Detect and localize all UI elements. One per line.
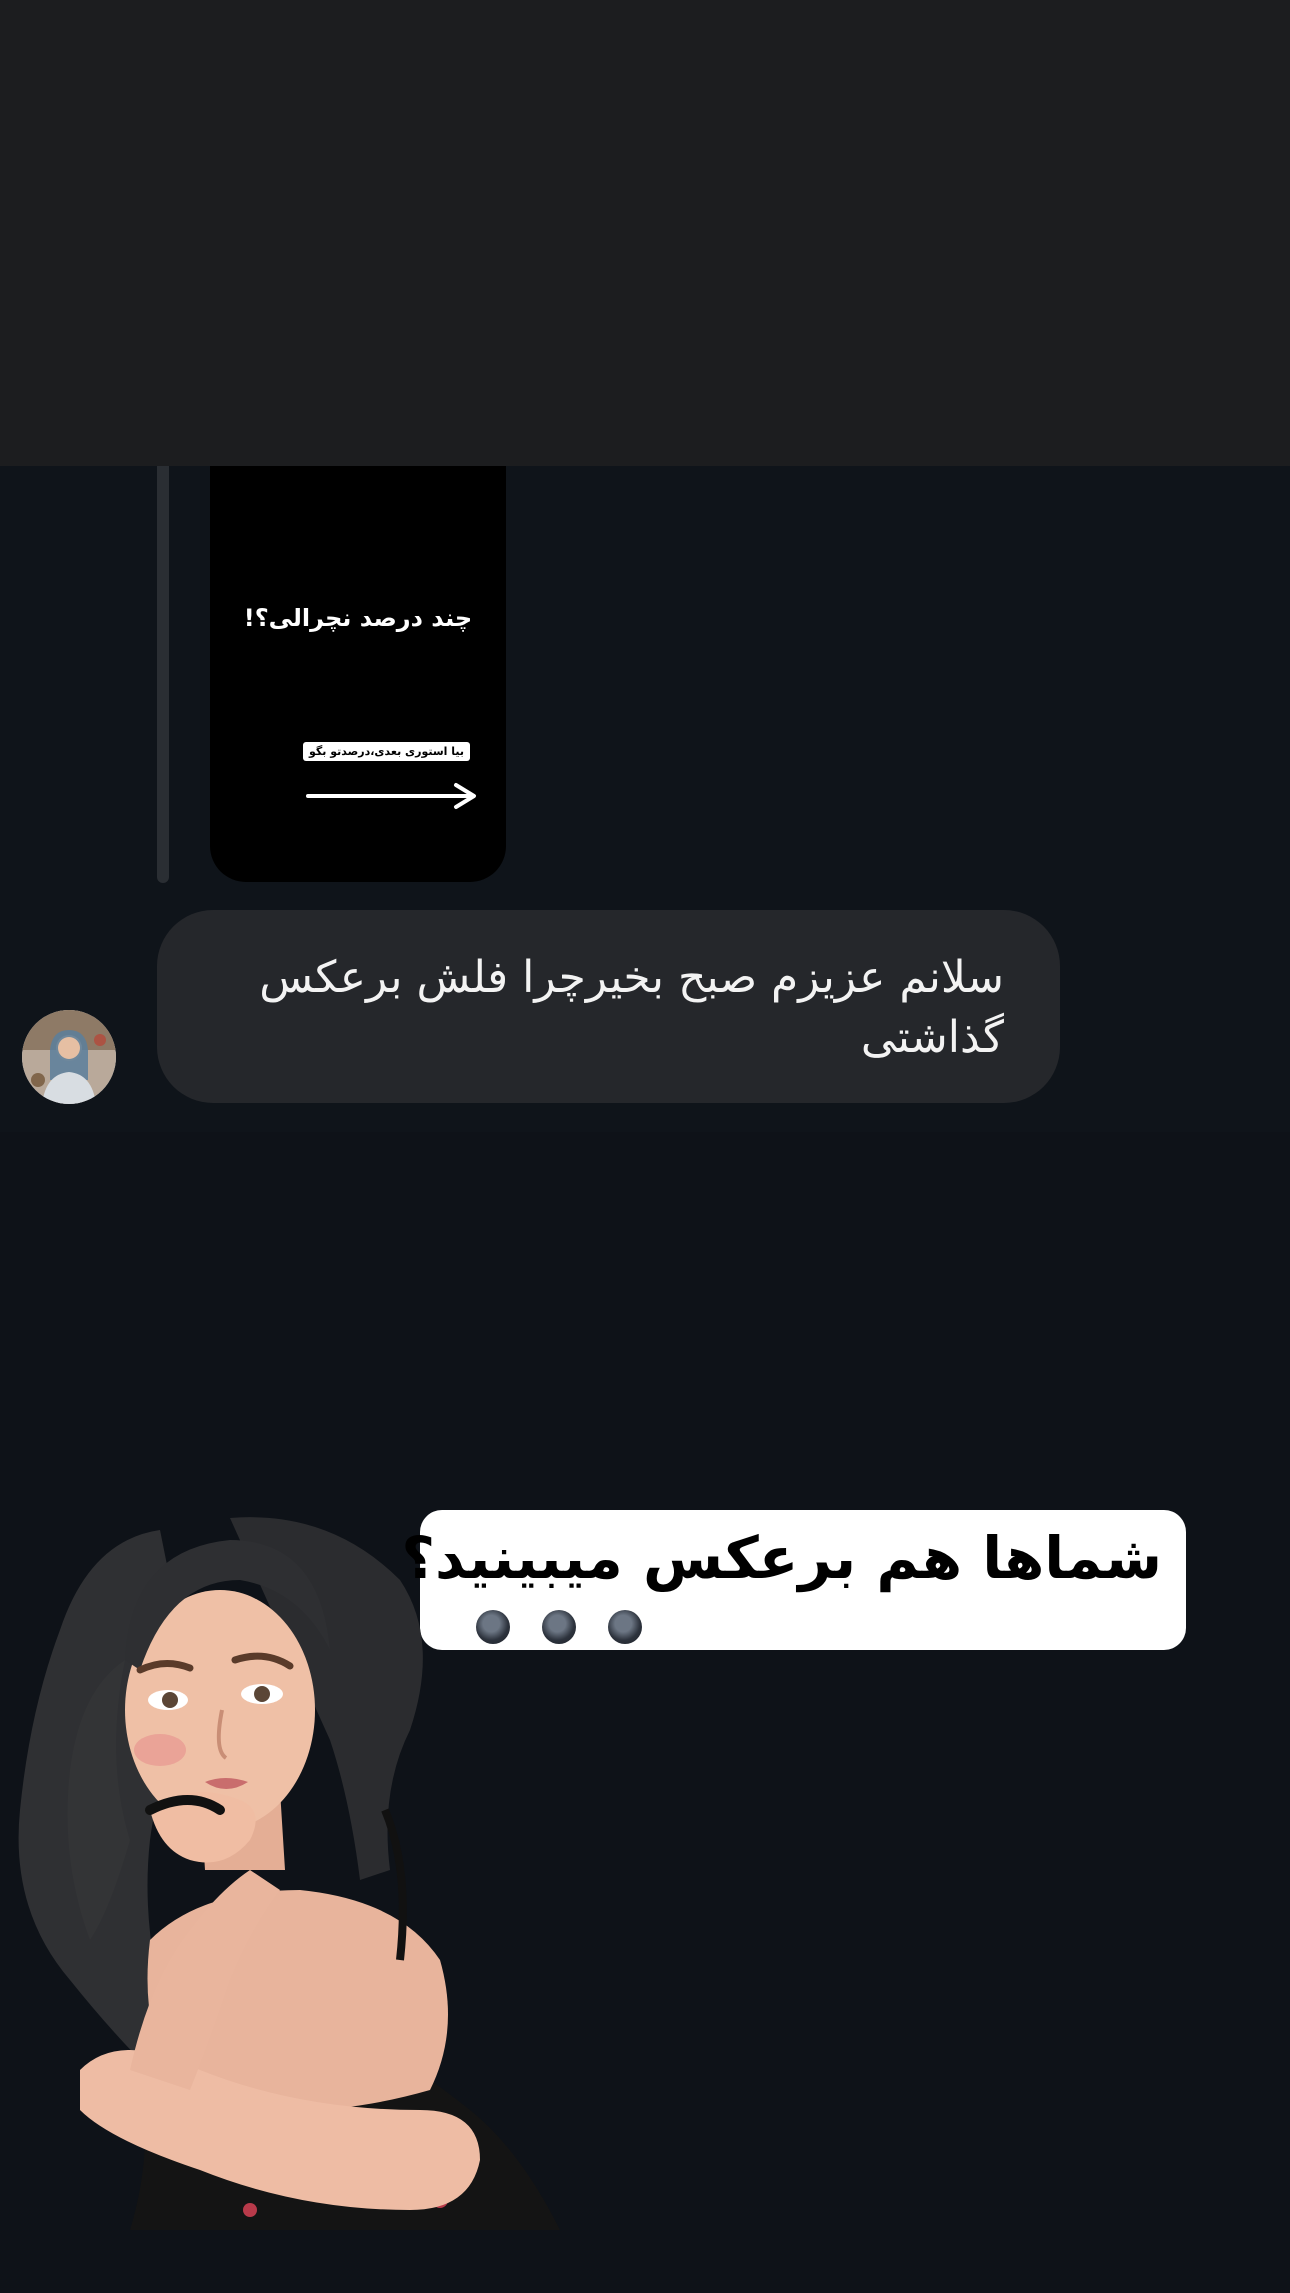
avatar-photo	[22, 1010, 116, 1104]
typing-dot	[608, 1610, 642, 1644]
reply-indicator-bar	[157, 466, 169, 883]
story-title: چند درصد نچرالی؟!	[243, 604, 473, 632]
message-text: سلانم عزیزم صبح بخیرچرا فلش برعکس گذاشتی	[259, 952, 1004, 1063]
avatar[interactable]	[22, 1010, 116, 1104]
story-hint-label: بیا استوری بعدی،درصدتو بگو	[303, 742, 470, 761]
right-arrow-icon	[306, 783, 476, 809]
top-header-area	[0, 0, 1290, 466]
avatar-sticker-woman-thinking	[18, 1517, 560, 2230]
incoming-message-bubble[interactable]: سلانم عزیزم صبح بخیرچرا فلش برعکس گذاشتی	[157, 910, 1060, 1103]
story-reply-preview[interactable]: چند درصد نچرالی؟! بیا استوری بعدی،درصدتو…	[210, 466, 506, 882]
